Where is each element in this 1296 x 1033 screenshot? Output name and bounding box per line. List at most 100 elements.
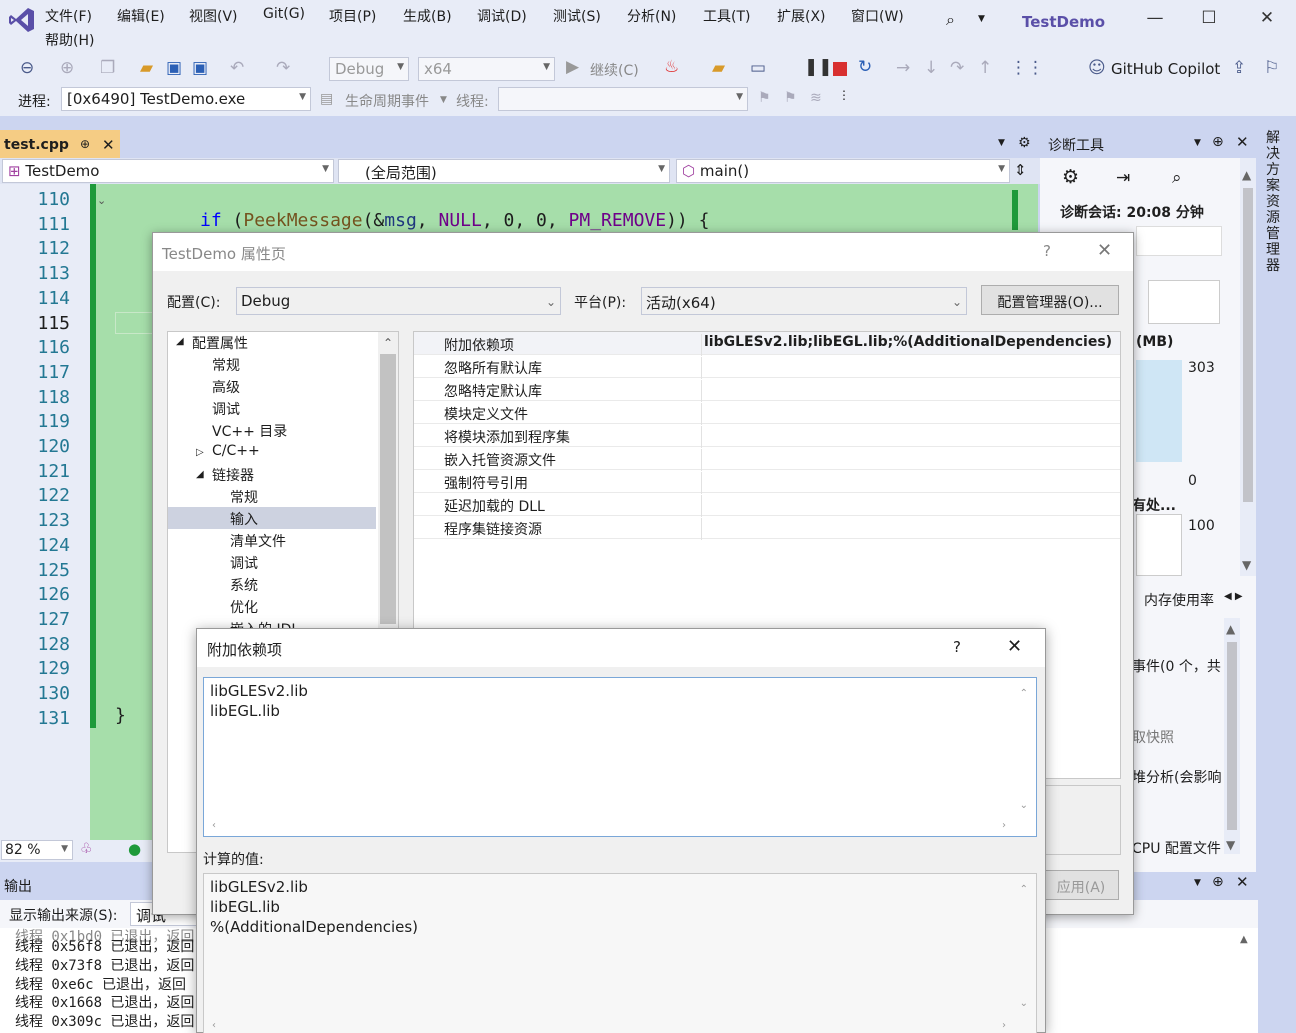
output-scroll-up-icon[interactable]: ▲ bbox=[1240, 934, 1248, 945]
step-over-icon[interactable]: → bbox=[896, 58, 910, 78]
maximize-button[interactable]: ☐ bbox=[1194, 8, 1224, 36]
tree-linker-debug[interactable]: 调试 bbox=[230, 553, 258, 573]
heap-analysis-checkbox[interactable]: 堆分析(会影响 bbox=[1132, 767, 1221, 787]
take-snapshot-button[interactable]: 取快照 bbox=[1132, 727, 1174, 747]
tree-linker-system[interactable]: 系统 bbox=[230, 575, 258, 595]
step-out-icon[interactable]: ↑ bbox=[978, 58, 992, 78]
prop-close-icon[interactable]: ✕ bbox=[1097, 240, 1112, 261]
breakpoints-icon[interactable]: ⋮⋮ bbox=[1010, 58, 1044, 78]
settings-gear-icon[interactable]: ⚙ bbox=[1018, 135, 1031, 151]
diag-menu-icon[interactable]: ▼ bbox=[1194, 138, 1201, 148]
mem-usage-tab[interactable]: 内存使用率 ◀ ▶ bbox=[1132, 588, 1256, 610]
forward-icon[interactable]: ⊕ bbox=[60, 58, 74, 78]
brush-icon[interactable]: ♧ bbox=[80, 841, 93, 857]
menu-help[interactable]: 帮助(H) bbox=[45, 30, 94, 50]
menu-build[interactable]: 生成(B) bbox=[403, 6, 452, 26]
diag-export-icon[interactable]: ⇥ bbox=[1116, 168, 1130, 188]
menu-extensions[interactable]: 扩展(X) bbox=[777, 6, 826, 26]
diag-close-icon[interactable]: ✕ bbox=[1236, 133, 1249, 151]
tree-vc-dirs[interactable]: VC++ 目录 bbox=[212, 421, 287, 441]
property-row[interactable]: 嵌入托管资源文件 bbox=[414, 447, 1120, 471]
continue-button[interactable]: 继续(C) bbox=[590, 60, 639, 80]
pause-icon[interactable]: ❚❚ bbox=[804, 57, 833, 77]
diag-scrollbar[interactable]: ▲ ▼ bbox=[1240, 158, 1256, 576]
output-pin-icon[interactable]: ⊕ bbox=[1212, 874, 1224, 890]
menu-edit[interactable]: 编辑(E) bbox=[117, 6, 165, 26]
solution-config-dropdown[interactable]: Debug ▼ bbox=[329, 57, 409, 81]
pin-icon[interactable]: ⊕ bbox=[80, 137, 90, 151]
tree-linker-input[interactable]: 输入 bbox=[230, 509, 258, 529]
property-value[interactable] bbox=[701, 472, 704, 494]
property-row[interactable]: 模块定义文件 bbox=[414, 401, 1120, 425]
property-value[interactable] bbox=[701, 449, 704, 471]
property-row[interactable]: 附加依赖项 libGLESv2.lib;libEGL.lib;%(Addition… bbox=[414, 332, 1120, 356]
tree-advanced[interactable]: 高级 bbox=[212, 377, 240, 397]
solution-explorer-tab[interactable]: 解决方案资源管理器 bbox=[1266, 130, 1286, 274]
nav-project-dropdown[interactable]: ⊞ TestDemo ▼ bbox=[2, 159, 334, 183]
split-icon[interactable]: ⇕ bbox=[1014, 161, 1027, 179]
tab-test-cpp[interactable]: test.cpp ⊕ ✕ bbox=[0, 130, 120, 158]
platform-dropdown[interactable]: 活动(x64) ⌄ bbox=[641, 287, 967, 315]
property-row[interactable]: 忽略所有默认库 bbox=[414, 355, 1120, 379]
close-tab-icon[interactable]: ✕ bbox=[102, 136, 115, 154]
dep-close-icon[interactable]: ✕ bbox=[1007, 636, 1022, 657]
continue-icon[interactable]: ▶ bbox=[566, 57, 579, 77]
menu-debug[interactable]: 调试(D) bbox=[477, 6, 527, 26]
menu-view[interactable]: 视图(V) bbox=[189, 6, 238, 26]
search-icon[interactable]: ⌕ bbox=[946, 10, 955, 30]
lifecycle-events-button[interactable]: 生命周期事件 bbox=[345, 91, 429, 111]
property-value[interactable] bbox=[701, 426, 704, 448]
dep-help-button[interactable]: ? bbox=[953, 638, 961, 656]
tree-cpp[interactable]: C/C++ bbox=[212, 443, 260, 459]
save-icon[interactable]: ▣ bbox=[166, 58, 182, 78]
tree-config-properties[interactable]: 配置属性 bbox=[192, 333, 248, 353]
new-project-icon[interactable]: ❐ bbox=[100, 58, 115, 78]
open-folder-icon[interactable]: ▰ bbox=[140, 58, 153, 78]
dependencies-textarea[interactable]: libGLESv2.lib libEGL.lib ⌃ ⌄ ‹ › bbox=[203, 677, 1037, 837]
menu-file[interactable]: 文件(F) bbox=[45, 6, 92, 26]
show-threads-icon[interactable]: ≋ bbox=[810, 90, 822, 106]
flag-threads-icon[interactable]: ⚑ bbox=[784, 90, 797, 106]
computed-value-textarea[interactable]: libGLESv2.lib libEGL.lib %(AdditionalDep… bbox=[203, 873, 1037, 1033]
tab-list-icon[interactable]: ▼ bbox=[998, 138, 1005, 148]
property-value[interactable] bbox=[701, 380, 704, 402]
config-dropdown[interactable]: Debug ⌄ bbox=[236, 287, 561, 315]
menu-git[interactable]: Git(G) bbox=[263, 6, 305, 22]
menu-test[interactable]: 测试(S) bbox=[553, 6, 601, 26]
step-back-icon[interactable]: ↷ bbox=[950, 58, 964, 78]
flag-icon[interactable]: ⚑ bbox=[758, 90, 771, 106]
stop-icon[interactable] bbox=[833, 62, 847, 76]
save-all-icon[interactable]: ▣ bbox=[192, 58, 208, 78]
restart-icon[interactable]: ↻ bbox=[858, 57, 872, 77]
close-window-button[interactable]: ✕ bbox=[1252, 8, 1282, 36]
lifecycle-icon[interactable]: ▤ bbox=[320, 91, 333, 107]
menu-analyze[interactable]: 分析(N) bbox=[627, 6, 676, 26]
property-row[interactable]: 强制符号引用 bbox=[414, 470, 1120, 494]
window-icon[interactable]: ▭ bbox=[750, 58, 766, 78]
property-row[interactable]: 程序集链接资源 bbox=[414, 516, 1120, 540]
menu-window[interactable]: 窗口(W) bbox=[851, 6, 904, 26]
undo-icon[interactable]: ↶ bbox=[230, 58, 244, 78]
tree-linker[interactable]: 链接器 bbox=[212, 465, 254, 485]
process-dropdown[interactable]: [0x6490] TestDemo.exe ▼ bbox=[61, 87, 311, 111]
property-row[interactable]: 延迟加载的 DLL bbox=[414, 493, 1120, 517]
prop-help-button[interactable]: ? bbox=[1043, 242, 1051, 260]
tree-linker-general[interactable]: 常规 bbox=[230, 487, 258, 507]
output-close-icon[interactable]: ✕ bbox=[1236, 873, 1249, 891]
property-value[interactable] bbox=[701, 518, 704, 540]
lifecycle-dropdown-icon[interactable]: ▼ bbox=[440, 95, 447, 105]
thread-dropdown[interactable]: ▼ bbox=[498, 87, 748, 111]
property-value[interactable]: libGLESv2.lib;libEGL.lib;%(AdditionalDep… bbox=[701, 334, 1112, 356]
zoom-dropdown[interactable]: 82 % ▼ bbox=[1, 840, 73, 860]
output-menu-icon[interactable]: ▼ bbox=[1194, 878, 1201, 888]
diag-pin-icon[interactable]: ⊕ bbox=[1212, 134, 1224, 150]
nav-scope-dropdown[interactable]: (全局范围) ▼ bbox=[338, 159, 670, 183]
property-value[interactable] bbox=[701, 357, 704, 379]
share-icon[interactable]: ⇪ bbox=[1232, 58, 1246, 78]
tree-linker-optimize[interactable]: 优化 bbox=[230, 597, 258, 617]
property-value[interactable] bbox=[701, 403, 704, 425]
github-copilot-button[interactable]: GitHub Copilot bbox=[1111, 60, 1220, 78]
back-icon[interactable]: ⊖ bbox=[20, 58, 34, 78]
overflow-icon[interactable]: ⋮ bbox=[838, 88, 850, 102]
copilot-icon[interactable]: ☺ bbox=[1088, 58, 1106, 78]
